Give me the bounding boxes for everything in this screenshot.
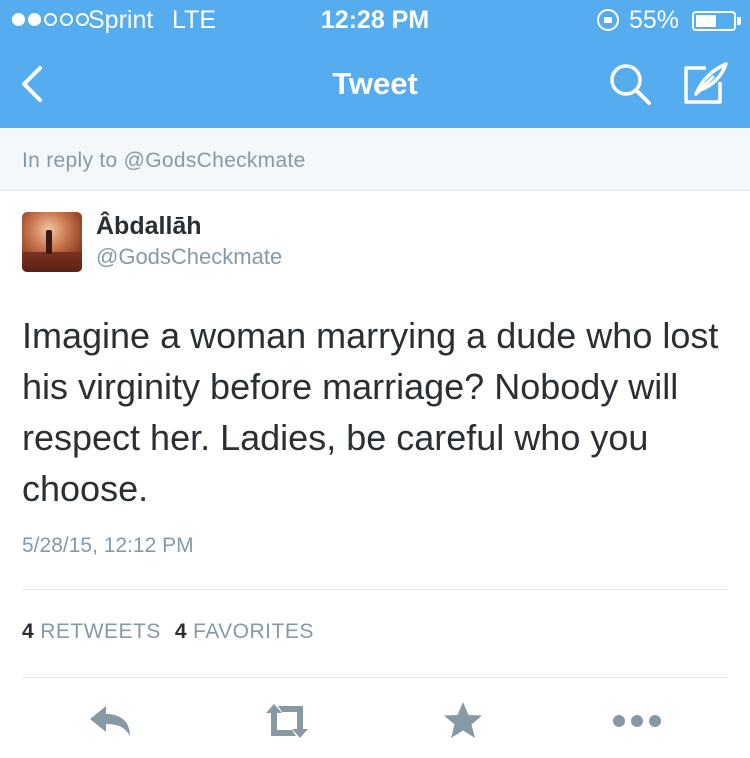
divider bbox=[22, 589, 728, 590]
tweet-text: Imagine a woman marrying a dude who lost… bbox=[22, 315, 719, 509]
compose-button[interactable] bbox=[680, 58, 730, 108]
in-reply-to-link[interactable]: In reply to @GodsCheckmate bbox=[22, 149, 306, 173]
battery-tip bbox=[737, 17, 741, 25]
divider bbox=[22, 677, 728, 678]
status-bar: Sprint LTE 12:28 PM 55% bbox=[0, 0, 750, 40]
author-handle[interactable]: @GodsCheckmate bbox=[96, 244, 282, 270]
reply-button[interactable] bbox=[86, 698, 136, 744]
navigation-bar: Sprint LTE 12:28 PM 55% Tweet bbox=[0, 0, 750, 128]
tweet-timestamp: 5/28/15, 12:12 PM bbox=[22, 534, 194, 557]
retweets-count[interactable]: 4 RETWEETS bbox=[22, 620, 161, 644]
retweet-button[interactable] bbox=[262, 698, 312, 744]
favorites-label: FAVORITES bbox=[193, 620, 314, 643]
search-icon bbox=[610, 64, 651, 105]
more-dots-icon bbox=[613, 715, 661, 727]
favorite-star-icon bbox=[444, 702, 482, 738]
retweet-icon bbox=[266, 704, 308, 738]
engagement-counts: 4 RETWEETS 4 FAVORITES bbox=[22, 620, 314, 644]
avatar[interactable] bbox=[22, 212, 82, 272]
favorites-count[interactable]: 4 FAVORITES bbox=[175, 620, 314, 644]
author-name[interactable]: Âbdallāh bbox=[96, 212, 202, 241]
more-button[interactable] bbox=[612, 698, 662, 744]
reply-icon bbox=[90, 706, 130, 736]
battery-level bbox=[696, 15, 716, 27]
battery-percent: 55% bbox=[629, 6, 680, 34]
avatar-ground bbox=[22, 252, 82, 272]
compose-tweet-icon bbox=[684, 62, 728, 104]
retweets-number: 4 bbox=[22, 620, 35, 643]
favorites-number: 4 bbox=[174, 620, 188, 643]
avatar-figure bbox=[46, 230, 52, 254]
favorite-button[interactable] bbox=[438, 698, 488, 744]
retweets-label: RETWEETS bbox=[40, 620, 161, 643]
reply-context-bar: In reply to @GodsCheckmate bbox=[0, 128, 750, 191]
rotation-lock-icon bbox=[597, 9, 619, 31]
battery-icon bbox=[692, 11, 736, 31]
search-button[interactable] bbox=[608, 62, 654, 108]
